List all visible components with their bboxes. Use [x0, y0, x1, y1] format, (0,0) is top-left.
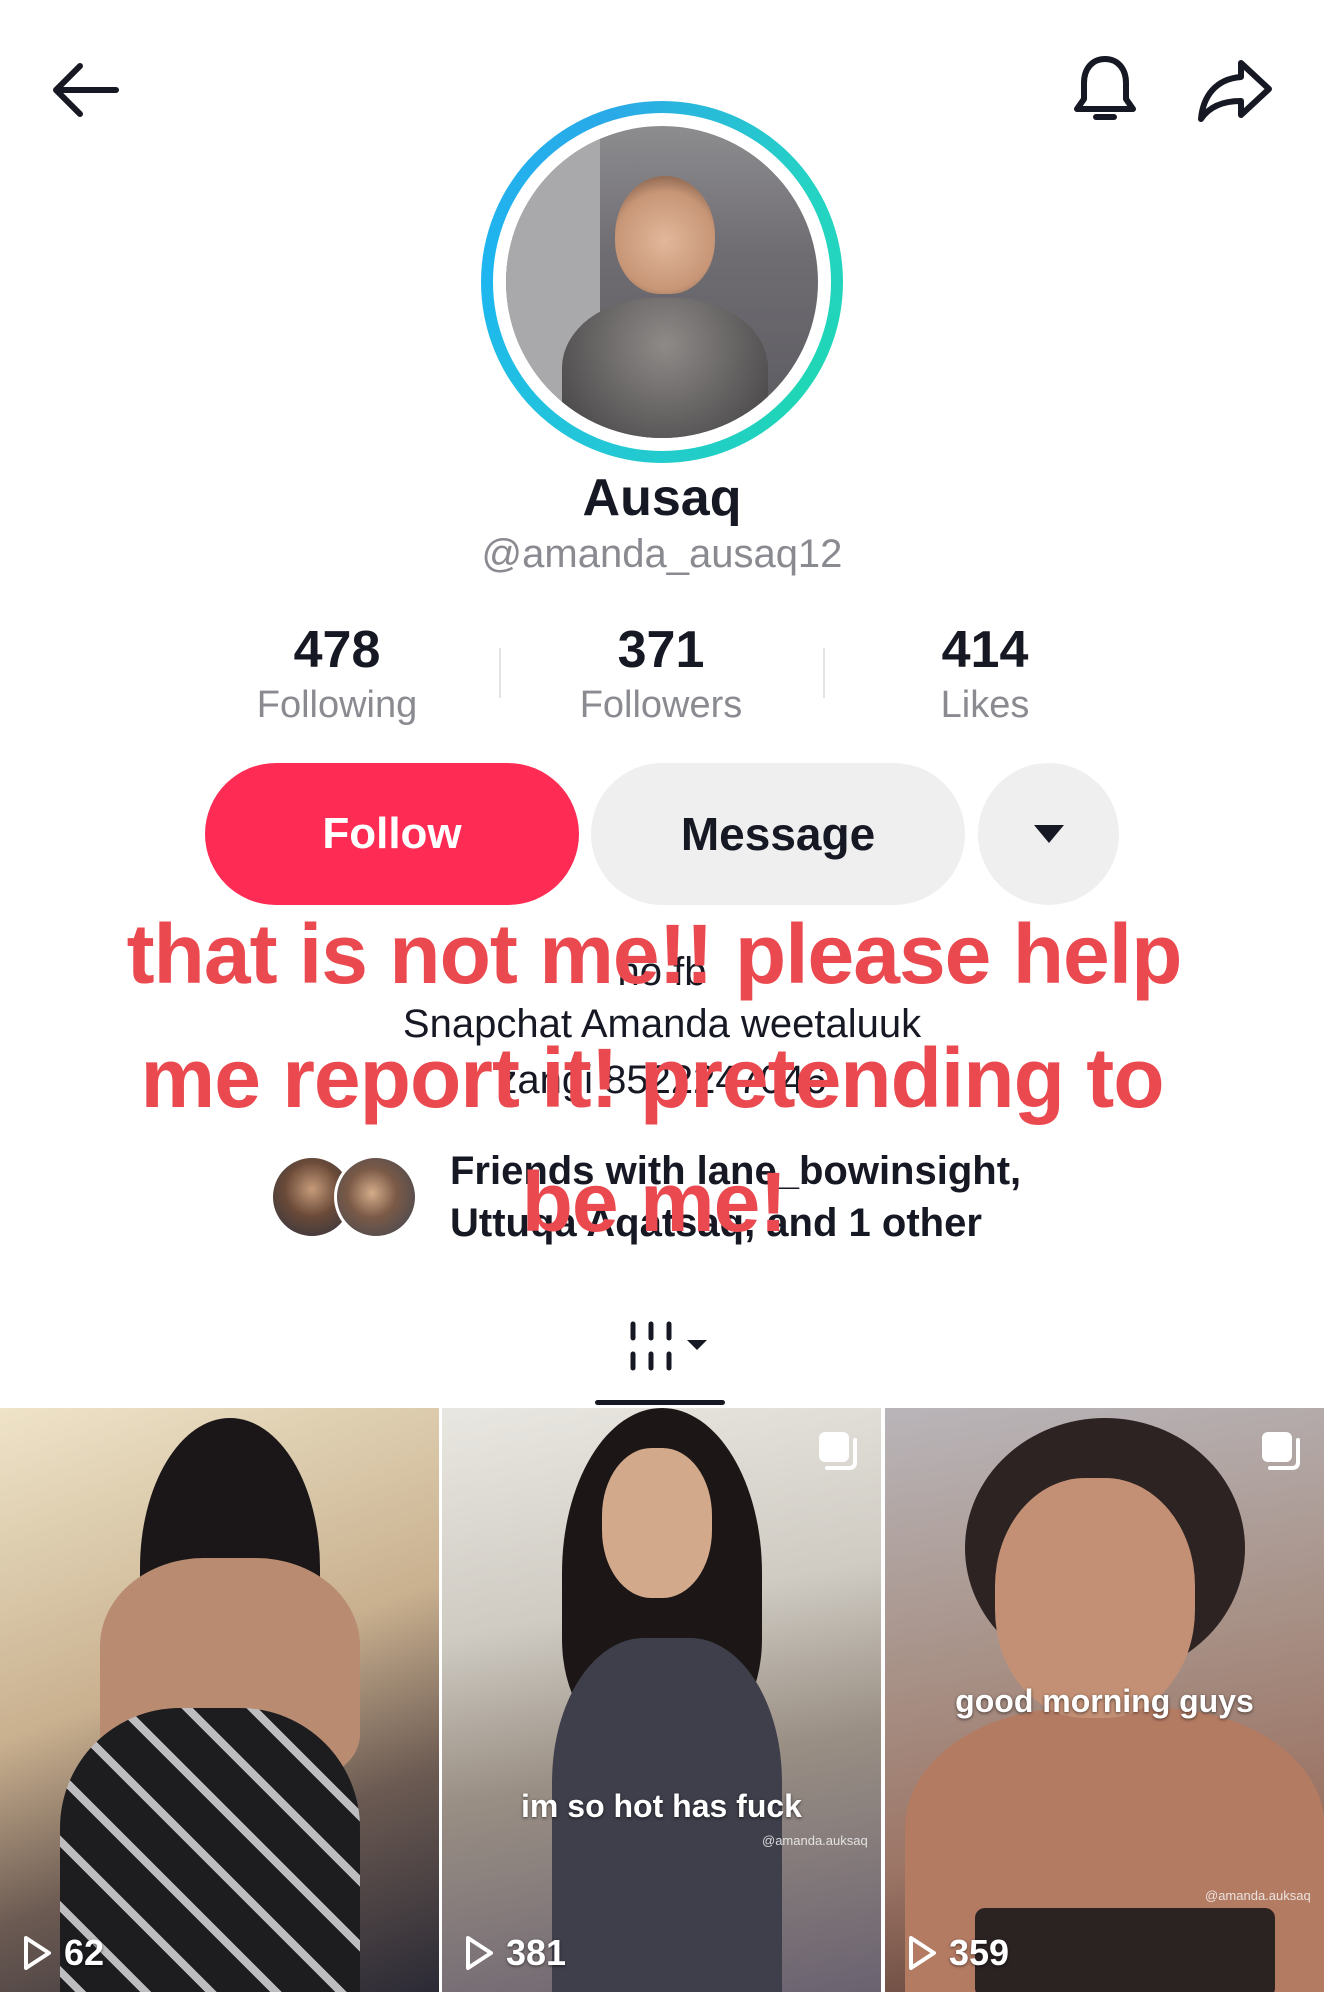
view-count-value: 381: [506, 1932, 567, 1973]
video-watermark: @amanda.auksaq: [762, 1833, 868, 1848]
play-icon: [466, 1936, 493, 1970]
video-thumbnail[interactable]: 62: [0, 1408, 439, 1992]
view-count-value: 62: [64, 1932, 105, 1973]
content-tab-bar: [0, 1300, 1324, 1408]
stat-value: 478: [293, 621, 381, 679]
notification-bell-button[interactable]: [1060, 45, 1150, 135]
mutual-friends-line: Friends with lane_bowinsight,: [450, 1149, 1022, 1193]
share-button[interactable]: [1185, 45, 1285, 135]
share-arrow-icon: [1198, 60, 1272, 122]
view-count: 62: [22, 1932, 104, 1974]
view-count-value: 359: [949, 1932, 1010, 1973]
bio-line: zangi 8522247046: [497, 1058, 827, 1102]
view-count: 359: [907, 1932, 1009, 1974]
video-thumbnail[interactable]: im so hot has fuck @amanda.auksaq 381: [442, 1408, 881, 1992]
bio-line: no fb: [617, 950, 707, 994]
message-button[interactable]: Message: [591, 763, 965, 905]
stat-value: 414: [941, 621, 1029, 679]
view-count: 381: [464, 1932, 566, 1974]
profile-display-name: Ausaq: [582, 469, 742, 527]
multi-image-icon: [1262, 1432, 1300, 1470]
avatar-story-ring[interactable]: [481, 101, 843, 463]
caret-down-icon: [1033, 825, 1064, 843]
more-options-button[interactable]: [978, 763, 1119, 905]
mutual-friends-line: Uttuqa Aqatsaq, and 1 other: [450, 1201, 982, 1245]
stat-likes[interactable]: 414 Likes: [855, 620, 1115, 727]
follow-button[interactable]: Follow: [205, 763, 579, 905]
avatar: [506, 126, 818, 438]
video-caption: im so hot has fuck: [521, 1788, 802, 1824]
grid-view-icon: [630, 1321, 707, 1371]
back-button[interactable]: [40, 50, 130, 130]
profile-stats: 478 Following 371 Followers 414 Likes: [0, 620, 1324, 740]
stat-following[interactable]: 478 Following: [207, 620, 467, 727]
video-grid: 62 im so hot has fuck @amanda.auksaq 381…: [0, 1408, 1324, 1992]
play-icon: [909, 1936, 936, 1970]
bell-icon: [1074, 56, 1136, 120]
arrow-left-icon: [53, 63, 119, 117]
video-thumbnail[interactable]: good morning guys @amanda.auksaq 359: [885, 1408, 1324, 1992]
stat-label: Likes: [940, 684, 1030, 726]
video-watermark: @amanda.auksaq: [1205, 1888, 1311, 1903]
profile-username: @amanda_ausaq12: [481, 532, 843, 576]
friend-avatar: [334, 1155, 418, 1239]
avatar-frame: [493, 113, 831, 451]
video-caption: good morning guys: [955, 1683, 1254, 1719]
mutual-friends-text: Friends with lane_bowinsight, Uttuqa Aqa…: [450, 1145, 1021, 1249]
play-icon: [24, 1936, 51, 1970]
stat-divider: [823, 648, 825, 698]
active-tab-indicator: [595, 1400, 725, 1405]
multi-image-icon: [819, 1432, 857, 1470]
stat-label: Followers: [579, 684, 743, 726]
mutual-friends[interactable]: Friends with lane_bowinsight, Uttuqa Aqa…: [270, 1145, 1070, 1265]
bio-line: Snapchat Amanda weetaluuk: [402, 1002, 922, 1046]
stat-divider: [499, 648, 501, 698]
stat-followers[interactable]: 371 Followers: [531, 620, 791, 727]
stat-value: 371: [617, 621, 705, 679]
stat-label: Following: [256, 684, 418, 726]
tab-videos-grid[interactable]: [620, 1308, 720, 1388]
